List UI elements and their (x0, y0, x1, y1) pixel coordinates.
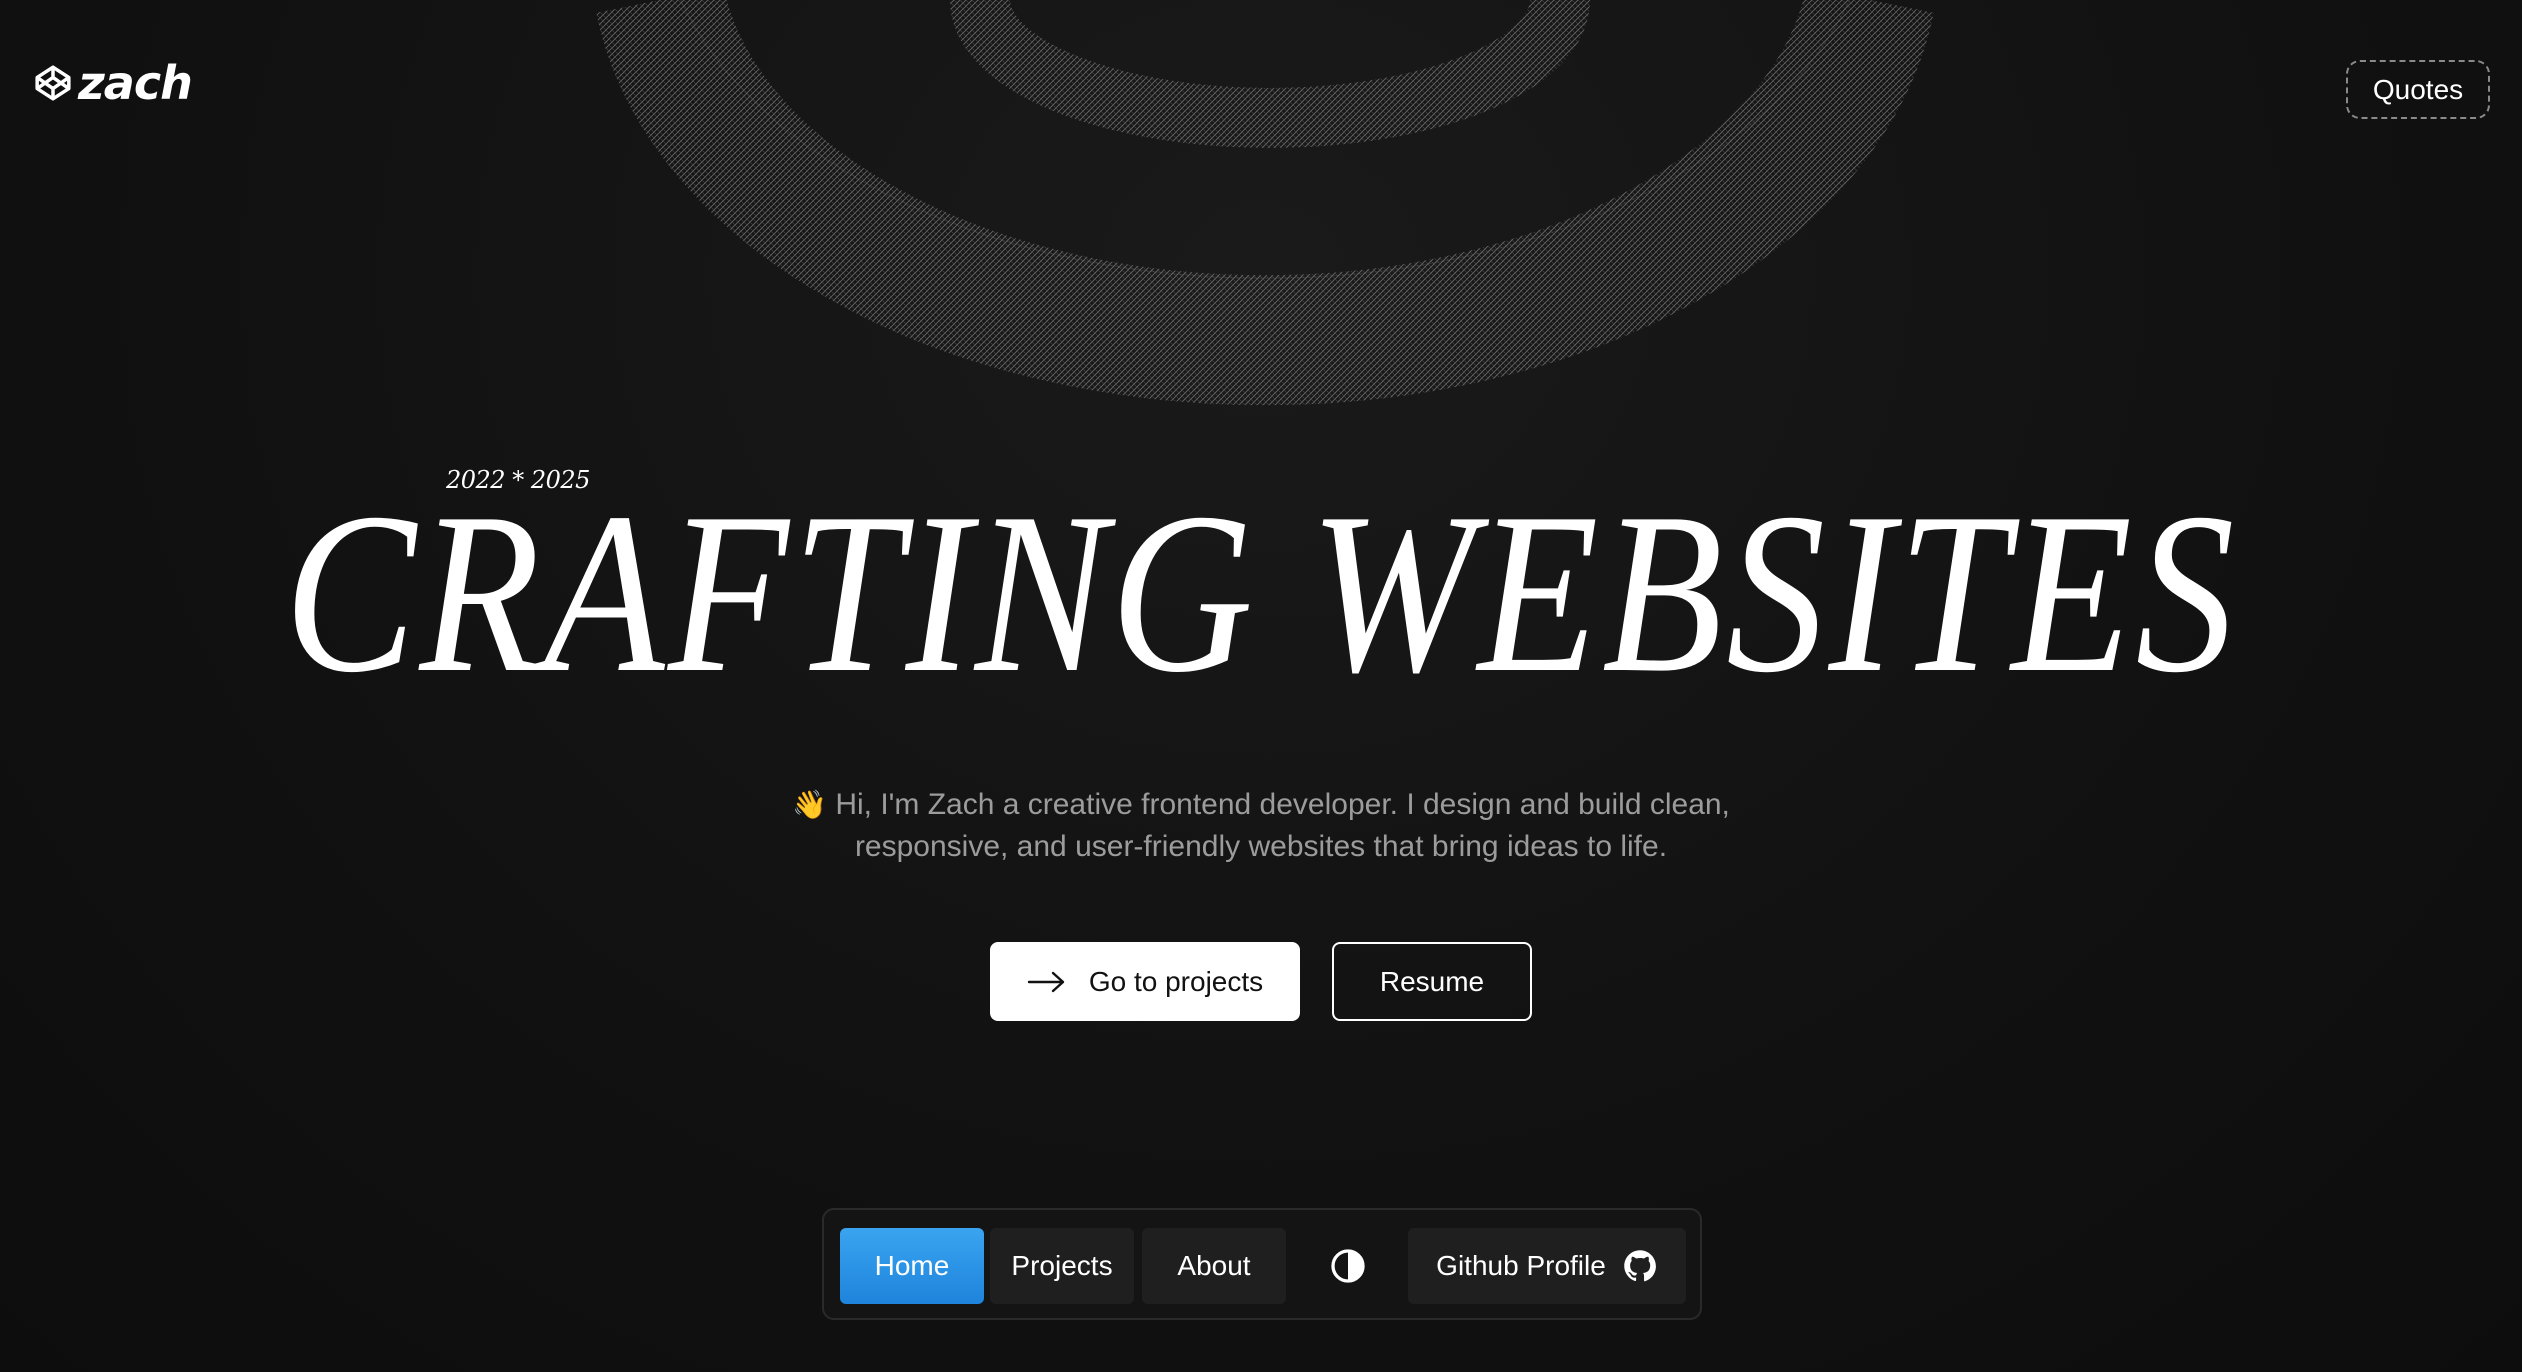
codepen-cube-icon (35, 65, 71, 101)
page: zach Quotes 2022 * 2025 CRAFTING WEBSITE… (0, 0, 2522, 1372)
theme-toggle-button[interactable] (1294, 1228, 1402, 1304)
bottom-nav: Home Projects About Github Profile (822, 1208, 1702, 1320)
nav-item-projects[interactable]: Projects (990, 1228, 1134, 1304)
inner-ring (950, 0, 1590, 148)
nav-item-about[interactable]: About (1142, 1228, 1286, 1304)
resume-button[interactable]: Resume (1332, 942, 1532, 1021)
go-to-projects-button[interactable]: Go to projects (990, 942, 1300, 1021)
waving-hand-icon: 👋 (792, 789, 827, 820)
github-icon (1624, 1250, 1656, 1282)
intro-line-2: responsive, and user-friendly websites t… (854, 830, 1668, 863)
github-profile-button[interactable]: Github Profile (1408, 1228, 1686, 1304)
hero-headline: CRAFTING WEBSITES (284, 465, 2238, 720)
arrow-right-icon (1027, 971, 1065, 992)
quotes-button[interactable]: Quotes (2346, 60, 2490, 119)
logo-text: zach (78, 56, 193, 110)
go-to-projects-label: Go to projects (1088, 965, 1264, 997)
outer-ring (596, 0, 1934, 406)
intro-text: 👋 Hi, I'm Zach a creative frontend devel… (0, 784, 2522, 868)
intro-line-1: 👋 Hi, I'm Zach a creative frontend devel… (0, 784, 2522, 826)
nav-item-home[interactable]: Home (840, 1228, 984, 1304)
github-profile-label: Github Profile (1436, 1250, 1606, 1281)
contrast-icon (1331, 1249, 1365, 1283)
intro-line-1-text: Hi, I'm Zach a creative frontend develop… (835, 788, 1730, 821)
logo[interactable]: zach (34, 56, 193, 110)
decorative-rings (596, 0, 1934, 406)
